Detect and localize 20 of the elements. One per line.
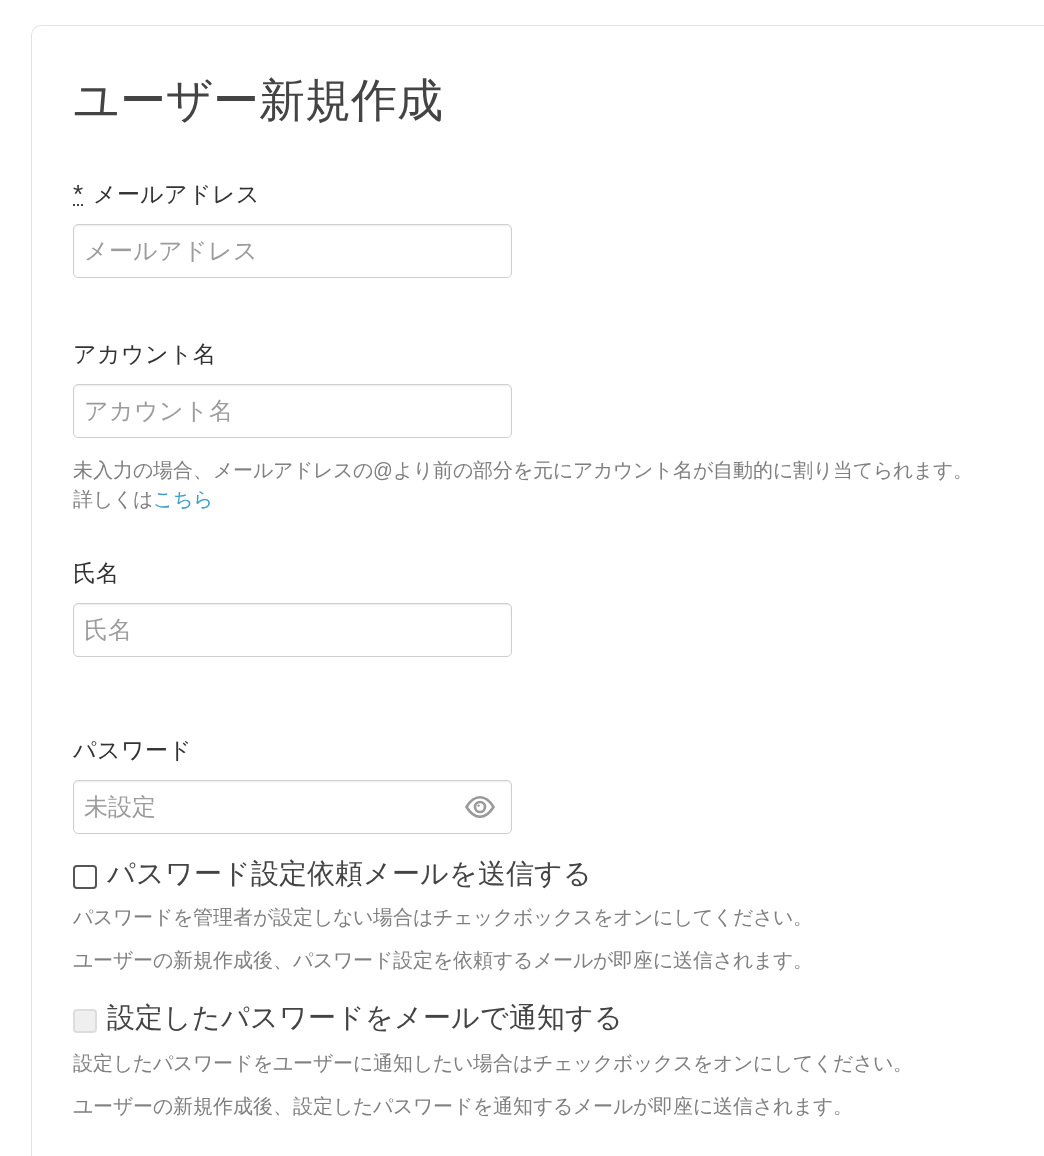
input-field[interactable]: メールアドレス: [73, 224, 512, 278]
help-text: 設定したパスワードをユーザーに通知したい場合はチェックボックスをオンにしてください。: [73, 1051, 913, 1076]
page-title: ユーザー新規作成: [73, 73, 443, 128]
input-field[interactable]: 氏名: [73, 603, 512, 657]
field-label: アカウント名: [73, 341, 216, 369]
field-label: メールアドレス: [93, 181, 261, 209]
field-label: パスワード: [73, 737, 192, 765]
required-mark: *: [73, 184, 84, 206]
help-text: 未入力の場合、メールアドレスの@より前の部分を元にアカウント名が自動的に割り当てられます。 詳しくはこちら: [73, 458, 973, 512]
help-text: パスワードを管理者が設定しない場合はチェックボックスをオンにしてください。: [73, 905, 813, 930]
checkbox-label: 設定したパスワードをメールで通知する: [107, 1001, 623, 1035]
password-field[interactable]: 未設定: [73, 780, 512, 834]
checkbox[interactable]: [73, 865, 97, 889]
help-link[interactable]: こちら: [153, 488, 213, 510]
eye-icon[interactable]: [465, 796, 495, 818]
help-text: ユーザーの新規作成後、パスワード設定を依頼するメールが即座に送信されます。: [73, 948, 813, 973]
help-text: ユーザーの新規作成後、設定したパスワードを通知するメールが即座に送信されます。: [73, 1094, 853, 1119]
field-label: 氏名: [73, 560, 119, 588]
checkbox-label: パスワード設定依頼メールを送信する: [107, 857, 592, 891]
input-field[interactable]: アカウント名: [73, 384, 512, 438]
